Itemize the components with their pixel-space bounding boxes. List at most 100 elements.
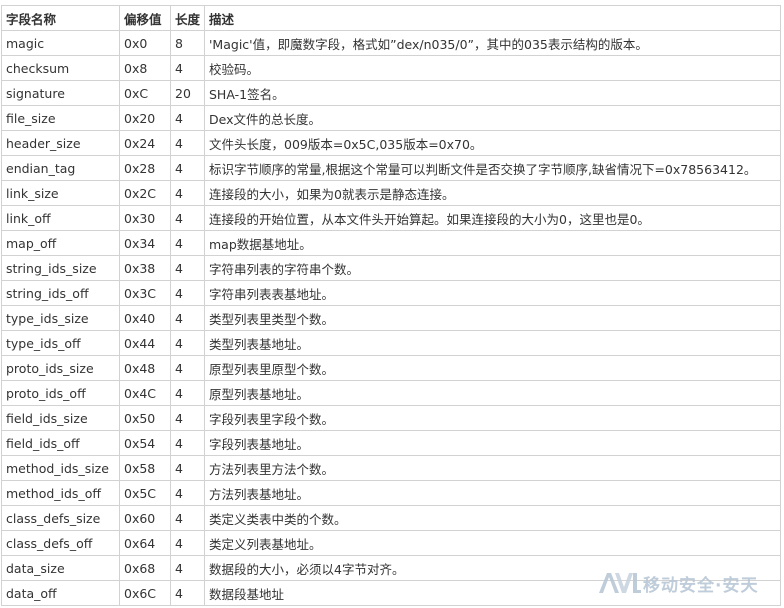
cell-description: 原型列表基地址。 [204,380,781,406]
cell-description: 'Magic'值，即魔数字段，格式如”dex/n035/0”，其中的035表示结… [204,30,781,56]
cell-length: 4 [170,480,205,506]
table-row: link_size 0x2C 4 连接段的大小，如果为0就表示是静态连接。 [1,180,781,206]
cell-description: 类定义类表中类的个数。 [204,505,781,531]
cell-field-name: proto_ids_size [1,355,120,381]
cell-length: 4 [170,105,205,131]
cell-field-name: class_defs_size [1,505,120,531]
cell-description: 字符串列表表基地址。 [204,280,781,306]
cell-description: map数据基地址。 [204,230,781,256]
cell-offset: 0x54 [119,430,171,456]
cell-field-name: string_ids_size [1,255,120,281]
cell-field-name: method_ids_size [1,455,120,481]
dex-header-table: 字段名称 偏移值 长度 描述 magic 0x0 8 'Magic'值，即魔数字段，格… [1,5,781,606]
table-row: checksum 0x8 4 校验码。 [1,55,781,81]
table-row: header_size 0x24 4 文件头长度，009版本=0x5C,035版本=0… [1,130,781,156]
cell-description: 文件头长度，009版本=0x5C,035版本=0x70。 [204,130,781,156]
cell-description: 标识字节顺序的常量,根据这个常量可以判断文件是否交换了字节顺序,缺省情况下=0x… [204,155,781,181]
cell-offset: 0x5C [119,480,171,506]
cell-offset: 0x50 [119,405,171,431]
cell-offset: 0x40 [119,305,171,331]
cell-field-name: endian_tag [1,155,120,181]
table-row: map_off 0x34 4 map数据基地址。 [1,230,781,256]
cell-field-name: method_ids_off [1,480,120,506]
cell-length: 4 [170,455,205,481]
header-offset: 偏移值 [119,5,171,31]
cell-offset: 0x30 [119,205,171,231]
table-row: field_ids_off 0x54 4 字段列表基地址。 [1,430,781,456]
cell-description: 类型列表里类型个数。 [204,305,781,331]
cell-description: 连接段的大小，如果为0就表示是静态连接。 [204,180,781,206]
cell-length: 4 [170,505,205,531]
header-length: 长度 [170,5,205,31]
cell-description: 字符串列表的字符串个数。 [204,255,781,281]
table-row: link_off 0x30 4 连接段的开始位置，从本文件头开始算起。如果连接段的大小… [1,205,781,231]
cell-field-name: link_size [1,180,120,206]
cell-length: 4 [170,255,205,281]
table-row: endian_tag 0x28 4 标识字节顺序的常量,根据这个常量可以判断文件是否交… [1,155,781,181]
cell-length: 4 [170,430,205,456]
cell-length: 4 [170,205,205,231]
cell-length: 4 [170,180,205,206]
cell-offset: 0x3C [119,280,171,306]
cell-field-name: data_size [1,555,120,581]
cell-offset: 0x48 [119,355,171,381]
cell-length: 4 [170,530,205,556]
table-header-row: 字段名称 偏移值 长度 描述 [1,5,781,31]
cell-offset: 0xC [119,80,171,106]
cell-length: 4 [170,405,205,431]
cell-length: 4 [170,355,205,381]
table-row: data_size 0x68 4 数据段的大小，必须以4字节对齐。 [1,555,781,581]
cell-field-name: data_off [1,580,120,606]
cell-description: 方法列表基地址。 [204,480,781,506]
cell-description: 校验码。 [204,55,781,81]
cell-offset: 0x60 [119,505,171,531]
cell-field-name: string_ids_off [1,280,120,306]
cell-length: 4 [170,330,205,356]
cell-description: 类定义列表基地址。 [204,530,781,556]
cell-description: 字段列表基地址。 [204,430,781,456]
cell-offset: 0x2C [119,180,171,206]
cell-length: 4 [170,380,205,406]
cell-description: 字段列表里字段个数。 [204,405,781,431]
table-row: string_ids_off 0x3C 4 字符串列表表基地址。 [1,280,781,306]
table-row: proto_ids_size 0x48 4 原型列表里原型个数。 [1,355,781,381]
cell-field-name: checksum [1,55,120,81]
cell-offset: 0x8 [119,55,171,81]
cell-description: 类型列表基地址。 [204,330,781,356]
header-description: 描述 [204,5,781,31]
cell-offset: 0x34 [119,230,171,256]
header-field-name: 字段名称 [1,5,120,31]
cell-field-name: field_ids_off [1,430,120,456]
cell-field-name: signature [1,80,120,106]
cell-length: 4 [170,580,205,606]
cell-description: SHA-1签名。 [204,80,781,106]
table-row: class_defs_size 0x60 4 类定义类表中类的个数。 [1,505,781,531]
cell-field-name: field_ids_size [1,405,120,431]
cell-offset: 0x20 [119,105,171,131]
cell-length: 4 [170,280,205,306]
table-row: class_defs_off 0x64 4 类定义列表基地址。 [1,530,781,556]
cell-description: Dex文件的总长度。 [204,105,781,131]
cell-length: 4 [170,230,205,256]
cell-description: 方法列表里方法个数。 [204,455,781,481]
cell-offset: 0x0 [119,30,171,56]
cell-description: 数据段基地址 [204,580,781,606]
cell-field-name: class_defs_off [1,530,120,556]
cell-length: 4 [170,55,205,81]
cell-length: 4 [170,555,205,581]
cell-field-name: magic [1,30,120,56]
cell-offset: 0x6C [119,580,171,606]
cell-description: 数据段的大小，必须以4字节对齐。 [204,555,781,581]
cell-field-name: type_ids_off [1,330,120,356]
cell-length: 4 [170,130,205,156]
cell-description: 连接段的开始位置，从本文件头开始算起。如果连接段的大小为0，这里也是0。 [204,205,781,231]
cell-length: 4 [170,305,205,331]
cell-field-name: proto_ids_off [1,380,120,406]
cell-offset: 0x64 [119,530,171,556]
table-body: magic 0x0 8 'Magic'值，即魔数字段，格式如”dex/n035/0”，… [1,30,781,606]
table-row: magic 0x0 8 'Magic'值，即魔数字段，格式如”dex/n035/0”，… [1,30,781,56]
table-row: method_ids_size 0x58 4 方法列表里方法个数。 [1,455,781,481]
cell-field-name: file_size [1,105,120,131]
table-row: file_size 0x20 4 Dex文件的总长度。 [1,105,781,131]
cell-field-name: type_ids_size [1,305,120,331]
